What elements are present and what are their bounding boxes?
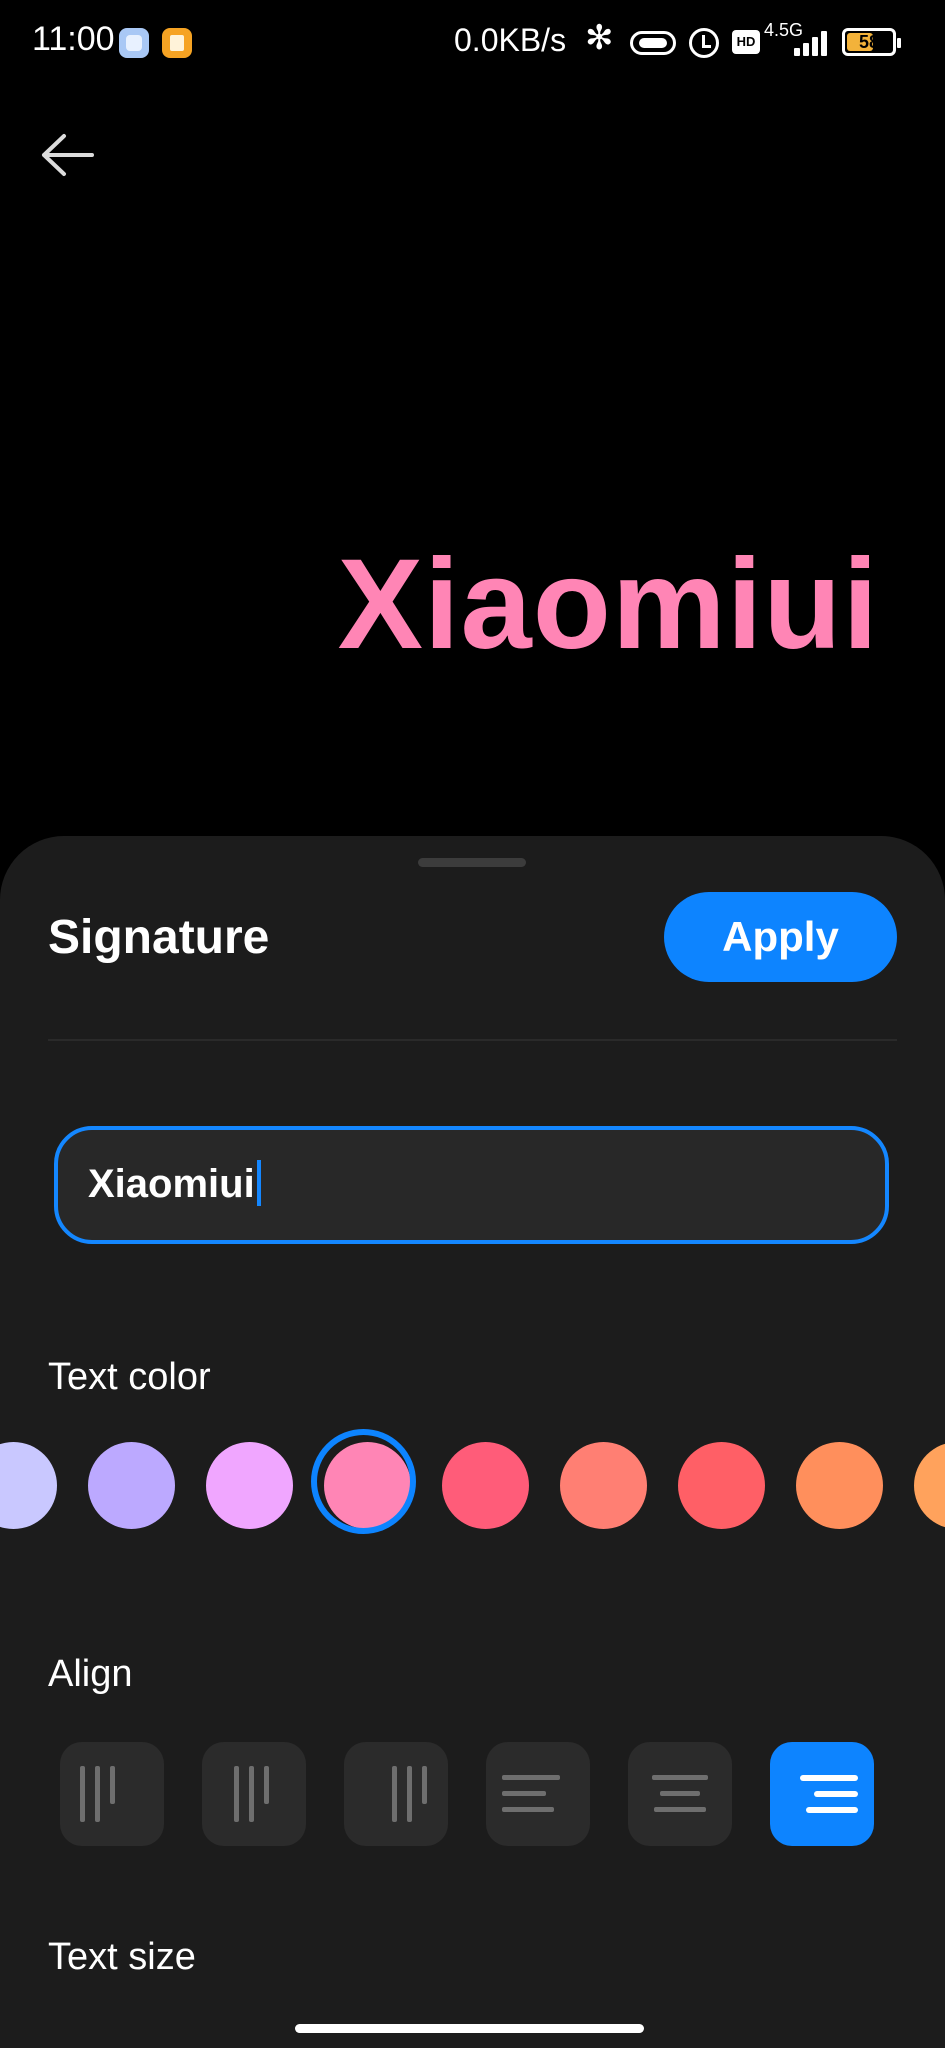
signal-icon	[790, 30, 830, 56]
align-horizontal-left-icon	[502, 1775, 560, 1812]
sheet-title: Signature	[48, 911, 270, 964]
notification-notes-icon	[162, 28, 192, 58]
align-vertical-top-icon	[80, 1766, 115, 1822]
signature-sheet: Signature Apply Xiaomiui Text color Alig…	[0, 836, 945, 2048]
align-vertical-bottom-button[interactable]	[344, 1742, 448, 1846]
divider	[48, 1039, 897, 1041]
align-options	[0, 1742, 945, 1848]
signature-preview: Xiaomiui	[337, 533, 879, 676]
text-caret	[256, 1160, 261, 1207]
color-swatch[interactable]	[914, 1442, 945, 1529]
signature-input-text[interactable]: Xiaomiui	[88, 1160, 261, 1207]
back-button[interactable]	[40, 130, 96, 180]
back-arrow-icon	[42, 134, 94, 176]
align-horizontal-left-button[interactable]	[486, 1742, 590, 1846]
vibrate-icon	[630, 31, 676, 55]
color-swatch[interactable]	[560, 1442, 647, 1529]
status-bar: 11:00 0.0KB/s ✻ HD 4.5G 58	[0, 0, 945, 84]
text-color-label: Text color	[48, 1356, 211, 1398]
align-horizontal-center-icon	[652, 1775, 708, 1812]
notification-app-icon	[119, 28, 149, 58]
color-swatch[interactable]	[0, 1442, 57, 1529]
align-vertical-top-button[interactable]	[60, 1742, 164, 1846]
align-horizontal-center-button[interactable]	[628, 1742, 732, 1846]
color-swatch[interactable]	[442, 1442, 529, 1529]
battery-percent: 58	[858, 32, 880, 52]
sheet-drag-handle[interactable]	[418, 858, 526, 867]
align-horizontal-right-button[interactable]	[770, 1742, 874, 1846]
hd-icon: HD	[732, 30, 760, 54]
align-label: Align	[48, 1653, 133, 1695]
align-horizontal-right-icon	[800, 1775, 858, 1813]
color-swatch-selected[interactable]	[311, 1429, 416, 1534]
home-indicator[interactable]	[295, 2024, 644, 2033]
signature-input[interactable]: Xiaomiui	[54, 1126, 889, 1244]
apply-button[interactable]: Apply	[664, 892, 897, 982]
color-swatch[interactable]	[678, 1442, 765, 1529]
text-size-label: Text size	[48, 1936, 196, 1978]
align-vertical-bottom-icon	[392, 1766, 427, 1822]
align-vertical-middle-button[interactable]	[202, 1742, 306, 1846]
color-swatch-row	[0, 1416, 945, 1556]
color-swatch[interactable]	[206, 1442, 293, 1529]
battery-icon: 58	[842, 28, 901, 56]
align-vertical-middle-icon	[234, 1766, 269, 1822]
color-swatch[interactable]	[796, 1442, 883, 1529]
color-swatch[interactable]	[88, 1442, 175, 1529]
network-speed: 0.0KB/s	[454, 22, 567, 58]
status-time: 11:00	[32, 20, 115, 58]
bluetooth-icon: ✻	[585, 19, 614, 57]
alarm-icon	[689, 28, 719, 58]
signature-input-value: Xiaomiui	[88, 1162, 255, 1206]
